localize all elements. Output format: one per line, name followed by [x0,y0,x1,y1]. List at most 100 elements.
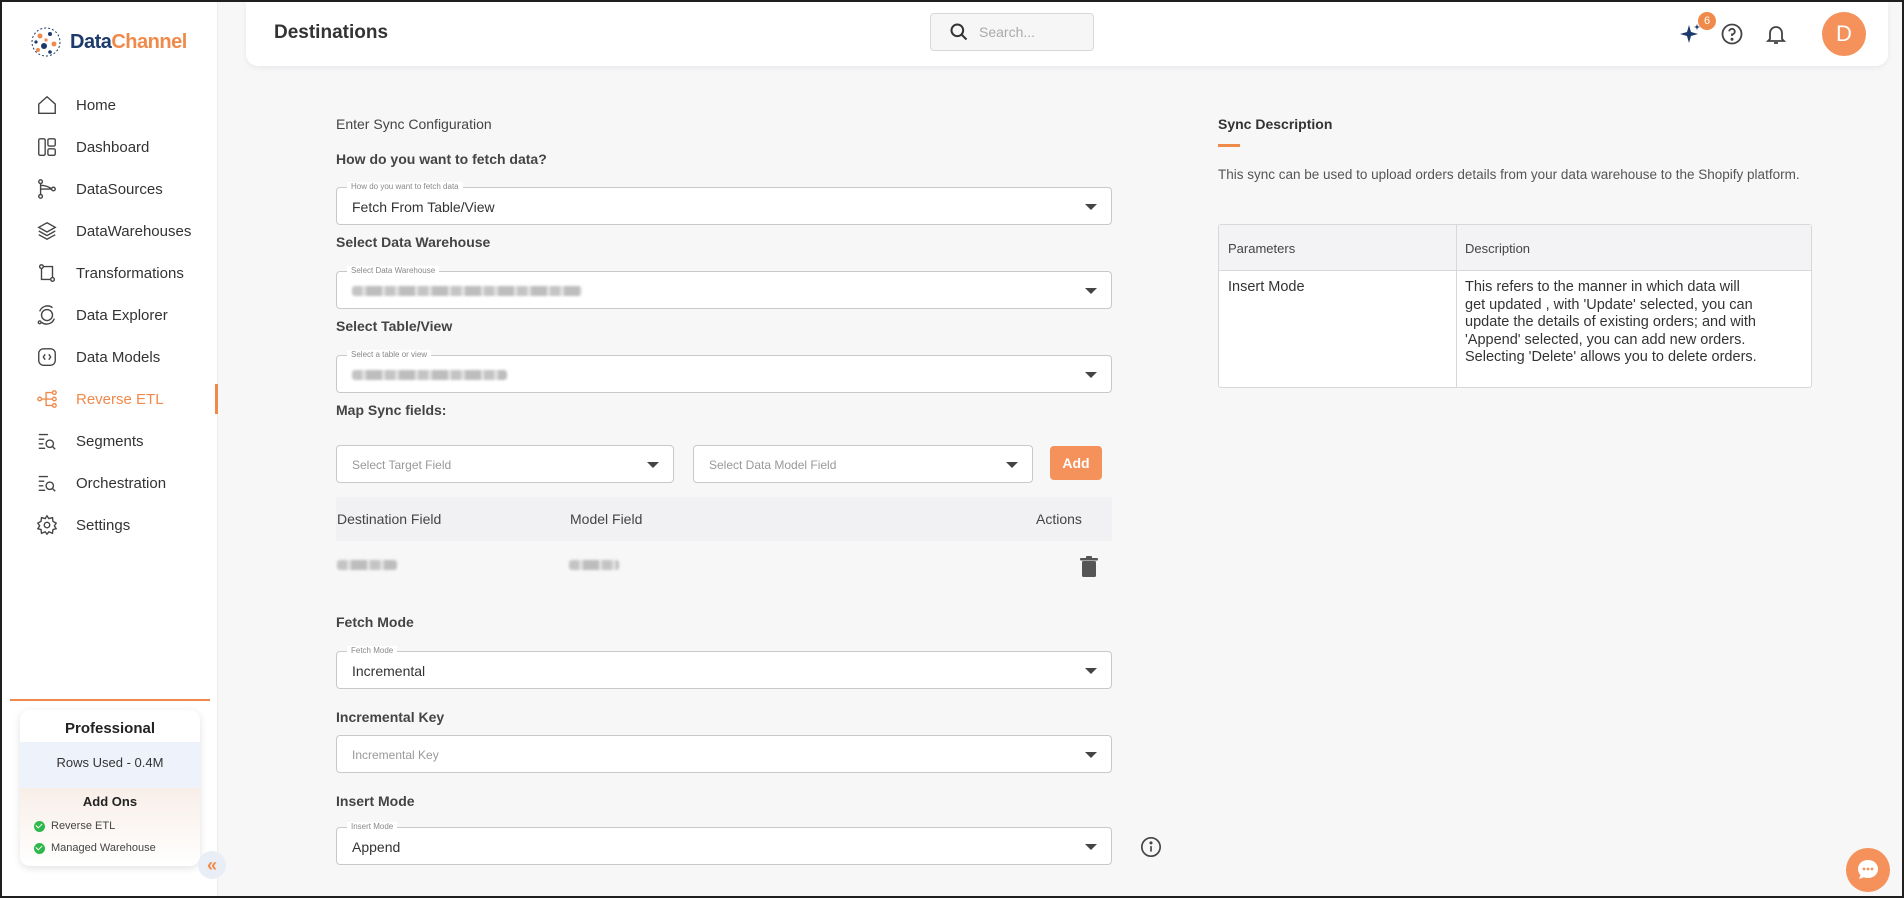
sidebar-item-datasources[interactable]: DataSources [2,168,218,210]
fetch-method-select[interactable]: How do you want to fetch data Fetch From… [336,182,1112,225]
transform-icon [38,264,56,282]
field-legend: Select a table or view [347,350,432,359]
sidebar-item-label: Data Models [76,348,161,366]
sidebar-item-dashboard[interactable]: Dashboard [2,126,218,168]
data-warehouse-select[interactable]: Select Data Warehouse [336,266,1112,309]
models-icon [38,348,56,366]
bell-icon [1765,26,1787,44]
fetch-question-label: How do you want to fetch data? [336,151,547,167]
addon-label: Reverse ETL [51,820,116,832]
sidebar-item-label: Segments [76,432,144,450]
notification-count-badge: 6 [1698,12,1716,30]
brand-logo[interactable]: DataChannel [28,24,187,60]
redacted-destination-field [337,560,397,570]
description-line: 'Append' selected, you can add new order… [1465,331,1746,348]
chat-button[interactable] [1846,848,1890,892]
help-button[interactable] [1720,22,1744,46]
caret-down-icon [1006,462,1018,468]
help-icon [1721,23,1743,45]
caret-down-icon [1085,844,1097,850]
caret-down-icon [1085,288,1097,294]
plan-title: Professional [64,720,156,737]
map-fields-label: Map Sync fields: [336,402,447,418]
select-value: Fetch From Table/View [352,199,495,215]
sidebar-item-label: Transformations [76,264,184,282]
collapse-sidebar-button[interactable]: « [198,851,226,879]
sidebar: DataChannel Home Dashboard DataSources D… [2,2,218,896]
notifications-button[interactable] [1764,22,1788,46]
redacted-value [352,286,582,296]
sidebar-item-settings[interactable]: Settings [2,504,218,546]
incremental-key-select[interactable]: Incremental Key [336,735,1112,773]
check-icon [34,820,45,832]
sidebar-item-transformations[interactable]: Transformations [2,252,218,294]
field-legend: Insert Mode [347,822,398,831]
redacted-value [352,370,507,380]
column-header: Description [1465,241,1531,256]
select-value: Append [352,839,401,855]
sync-description-title: Sync Description [1218,116,1333,132]
caret-down-icon [647,462,659,468]
sidebar-item-data-models[interactable]: Data Models [2,336,218,378]
fetch-mode-select[interactable]: Fetch Mode Incremental [336,646,1112,689]
top-header: Destinations Search... 6 D [246,2,1888,66]
sidebar-item-label: DataWarehouses [76,222,192,240]
trash-icon[interactable] [1080,556,1098,578]
sync-config-title: Enter Sync Configuration [336,116,492,132]
caret-down-icon [1085,752,1097,758]
addons-section: Add Ons Reverse ETL Managed Warehouse [20,788,200,866]
insert-mode-select[interactable]: Insert Mode Append [336,822,1112,865]
redacted-model-field [569,560,619,570]
parameter-name: Insert Mode [1228,279,1305,295]
column-header: Actions [1036,511,1082,527]
parameter-description: This refers to the manner in which data … [1465,279,1757,367]
orchestration-icon [38,475,56,492]
page-title: Destinations [274,22,389,43]
datasources-icon [38,179,56,199]
description-line: get updated , with 'Update' selected, yo… [1465,296,1753,313]
sidebar-item-home[interactable]: Home [2,84,218,126]
home-icon [38,95,56,114]
user-avatar[interactable]: D [1822,12,1866,56]
check-icon [34,842,45,854]
sidebar-item-label: Reverse ETL [76,390,164,408]
table-view-select[interactable]: Select a table or view [336,350,1112,393]
mapping-table-header: Destination Field Model Field Actions [336,497,1112,541]
info-icon[interactable] [1140,836,1162,858]
addons-title: Add Ons [82,794,138,809]
select-placeholder: Select Target Field [352,458,452,472]
addon-item: Managed Warehouse [20,837,200,859]
rows-used: Rows Used - 0.4M [20,742,200,788]
title-underline [1218,144,1240,147]
sidebar-item-reverse-etl[interactable]: Reverse ETL [2,378,218,420]
description-line: update the details of existing orders; a… [1465,314,1756,330]
search-icon [950,23,968,41]
layers-icon [37,221,57,241]
field-legend: How do you want to fetch data [347,182,463,191]
target-field-select[interactable]: Select Target Field [336,445,674,483]
caret-down-icon [1085,372,1097,378]
addon-label: Managed Warehouse [51,842,156,854]
column-divider [1456,225,1457,387]
caret-down-icon [1085,668,1097,674]
chat-bubble-icon [1858,860,1878,879]
warehouse-label: Select Data Warehouse [336,234,491,250]
sidebar-item-orchestration[interactable]: Orchestration [2,462,218,504]
explorer-icon [37,305,55,325]
add-mapping-button[interactable]: Add [1050,446,1102,480]
parameters-table: Parameters Description Insert Mode This … [1218,224,1812,388]
sidebar-item-data-explorer[interactable]: Data Explorer [2,294,218,336]
sidebar-item-label: Data Explorer [76,306,168,324]
description-line: Selecting 'Delete' allows you to delete … [1465,349,1757,365]
sidebar-divider [10,699,210,701]
search-placeholder: Search... [979,24,1036,40]
model-field-select[interactable]: Select Data Model Field [693,445,1033,483]
parameters-table-header: Parameters Description [1219,225,1811,271]
sidebar-item-segments[interactable]: Segments [2,420,218,462]
incremental-key-label: Incremental Key [336,709,445,725]
select-placeholder: Select Data Model Field [709,458,837,472]
field-legend: Fetch Mode [347,646,398,655]
sidebar-item-datawarehouses[interactable]: DataWarehouses [2,210,218,252]
sidebar-item-label: Settings [76,516,131,534]
search-input[interactable]: Search... [930,13,1094,51]
